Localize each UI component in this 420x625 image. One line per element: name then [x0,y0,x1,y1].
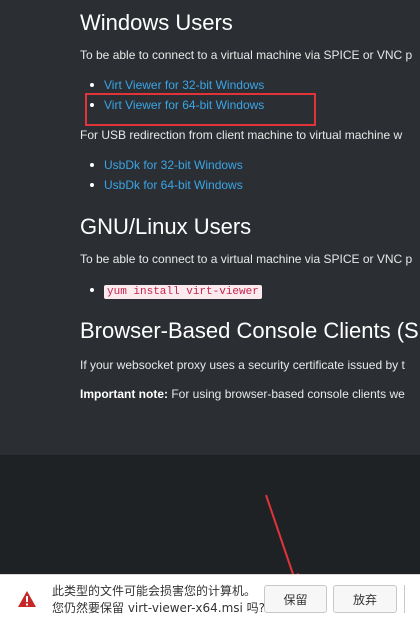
download-more-options[interactable] [404,585,420,613]
virt-viewer-32-link[interactable]: Virt Viewer for 32-bit Windows [104,78,264,92]
websocket-proxy-text: If your websocket proxy uses a security … [80,358,405,372]
list-item: Virt Viewer for 32-bit Windows [89,75,264,95]
list-item: Virt Viewer for 64-bit Windows [89,95,264,115]
warning-icon [18,591,36,607]
windows-intro-text: To be able to connect to a virtual machi… [80,48,413,62]
download-warning-message: 此类型的文件可能会损害您的计算机。 您仍然要保留 virt-viewer-x64… [52,583,265,617]
list-item: UsbDk for 64-bit Windows [90,175,243,195]
web-page: Windows Users To be able to connect to a… [0,0,420,455]
linux-intro-text: To be able to connect to a virtual machi… [80,252,413,266]
warning-line-1: 此类型的文件可能会损害您的计算机。 [52,584,257,598]
important-note-text: For using browser-based console clients … [168,387,405,401]
usbdk-32-link[interactable]: UsbDk for 32-bit Windows [104,158,243,172]
warning-line-2: 您仍然要保留 virt-viewer-x64.msi 吗? [52,601,266,615]
important-note-label: Important note: [80,387,168,401]
usbdk-links: UsbDk for 32-bit Windows UsbDk for 64-bi… [90,155,243,195]
linux-users-heading: GNU/Linux Users [80,214,252,239]
virt-viewer-64-link[interactable]: Virt Viewer for 64-bit Windows [104,98,264,112]
download-warning-bar: 此类型的文件可能会损害您的计算机。 您仍然要保留 virt-viewer-x64… [0,574,420,625]
windows-users-heading: Windows Users [80,10,233,35]
keep-button[interactable]: 保留 [264,585,327,613]
usbdk-64-link[interactable]: UsbDk for 64-bit Windows [104,178,243,192]
virt-viewer-links: Virt Viewer for 32-bit Windows Virt View… [89,75,264,115]
list-item: yum install virt-viewer [90,280,262,300]
important-note: Important note: For using browser-based … [80,387,405,401]
page-bottom-area [0,455,420,574]
discard-button[interactable]: 放弃 [333,585,397,613]
browser-clients-heading: Browser-Based Console Clients (SP [80,318,420,343]
list-item: UsbDk for 32-bit Windows [90,155,243,175]
linux-command-list: yum install virt-viewer [90,280,262,300]
usb-redirection-text: For USB redirection from client machine … [80,128,403,142]
yum-install-command: yum install virt-viewer [104,285,262,299]
